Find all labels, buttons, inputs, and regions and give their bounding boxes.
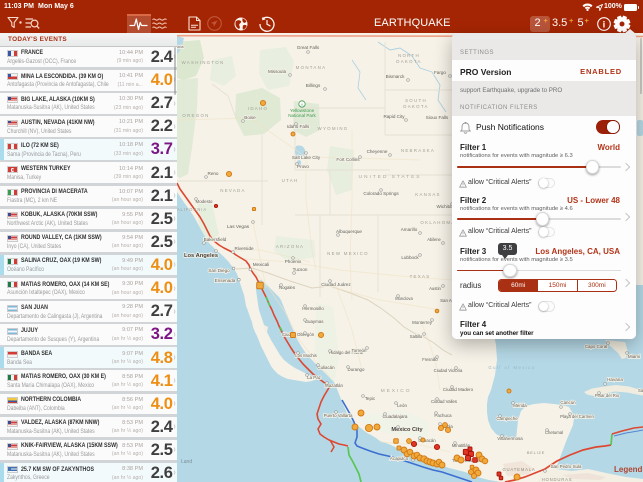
svg-text:Ciudad Madero: Ciudad Madero: [443, 387, 474, 392]
svg-text:Reno: Reno: [208, 171, 219, 176]
svg-text:oria: oria: [177, 44, 184, 49]
svg-text:Ciudad Victoria: Ciudad Victoria: [434, 368, 463, 373]
svg-text:NEVADA: NEVADA: [220, 188, 245, 193]
svg-text:Fort Collins: Fort Collins: [336, 157, 360, 162]
svg-text:Tepic: Tepic: [365, 396, 376, 401]
svg-text:Abilene: Abilene: [427, 237, 441, 242]
svg-text:Miami: Miami: [628, 354, 640, 359]
svg-text:Billings: Billings: [306, 83, 321, 88]
svg-text:San Pedro Sula: San Pedro Sula: [551, 464, 582, 469]
svg-text:Puerto Vallarta: Puerto Vallarta: [324, 413, 353, 418]
svg-text:Amarillo: Amarillo: [401, 227, 418, 232]
svg-text:OKLAHOMA: OKLAHOMA: [420, 220, 455, 225]
svg-text:Salt Lake City: Salt Lake City: [292, 155, 321, 160]
svg-text:Mexico City: Mexico City: [391, 427, 423, 433]
svg-text:Riverside: Riverside: [234, 246, 254, 251]
svg-text:NEBRASKA: NEBRASKA: [401, 148, 435, 153]
svg-text:IDAHO: IDAHO: [248, 106, 268, 111]
svg-text:National Park: National Park: [288, 113, 316, 118]
svg-text:Saltillo: Saltillo: [410, 334, 423, 339]
svg-text:Legend: Legend: [614, 465, 643, 474]
svg-text:UTAH: UTAH: [282, 178, 299, 183]
svg-text:TEXAS: TEXAS: [410, 274, 431, 279]
svg-text:Sioux Falls: Sioux Falls: [426, 115, 449, 120]
svg-text:Bakersfield: Bakersfield: [204, 237, 227, 242]
svg-text:Phoenix: Phoenix: [285, 259, 302, 264]
svg-text:i: i: [603, 19, 606, 30]
svg-text:WASHINGTON: WASHINGTON: [182, 60, 225, 65]
svg-text:Los Angeles: Los Angeles: [184, 253, 218, 259]
svg-text:GUATEMALA: GUATEMALA: [502, 467, 535, 472]
svg-text:Wichita: Wichita: [436, 204, 451, 209]
svg-text:CALIFORNIA: CALIFORNIA: [177, 207, 207, 212]
svg-text:DAKOTA: DAKOTA: [396, 59, 421, 64]
svg-text:Modesto: Modesto: [196, 199, 213, 204]
svg-text:Monterrey: Monterrey: [412, 320, 433, 325]
svg-text:Land: Land: [181, 459, 192, 465]
svg-text:Ciudad Valles: Ciudad Valles: [431, 399, 457, 404]
svg-text:León: León: [397, 403, 407, 408]
svg-text:DAKOTA: DAKOTA: [403, 104, 428, 109]
svg-text:La Paz: La Paz: [307, 375, 321, 380]
svg-text:Capo Coral: Capo Coral: [585, 344, 607, 349]
svg-text:OREGON: OREGON: [182, 113, 209, 118]
svg-text:WYOMING: WYOMING: [318, 126, 349, 131]
svg-text:Playa del Carmen: Playa del Carmen: [560, 414, 594, 419]
svg-text:Guaymas: Guaymas: [305, 319, 325, 324]
svg-text:Colorado Springs: Colorado Springs: [363, 191, 399, 196]
svg-text:Ciudad Juárez: Ciudad Juárez: [321, 282, 351, 287]
svg-text:Tucson: Tucson: [293, 267, 308, 272]
svg-text:MONTANA: MONTANA: [296, 65, 327, 70]
svg-text:Cheyenne: Cheyenne: [367, 149, 388, 154]
svg-text:Culiacán: Culiacán: [317, 365, 335, 370]
svg-text:KANSAS: KANSAS: [415, 192, 441, 197]
svg-text:Bismarck: Bismarck: [386, 74, 406, 79]
svg-text:Missoula: Missoula: [268, 69, 287, 74]
svg-text:Las Vegas: Las Vegas: [227, 224, 250, 230]
svg-text:Mexicali: Mexicali: [253, 262, 270, 267]
svg-text:Mérida: Mérida: [513, 403, 527, 408]
svg-text:Boise: Boise: [244, 115, 256, 120]
svg-text:Havana: Havana: [607, 377, 623, 382]
svg-text:Austin: Austin: [429, 286, 441, 291]
svg-text:ARIZONA: ARIZONA: [276, 244, 305, 249]
svg-text:Idaho Falls: Idaho Falls: [287, 124, 310, 129]
svg-text:Great Falls: Great Falls: [297, 45, 320, 50]
svg-text:Ciudad Obregón: Ciudad Obregón: [282, 332, 315, 337]
svg-text:Sant: Sant: [638, 388, 643, 393]
svg-text:Cancún: Cancún: [560, 400, 576, 405]
svg-text:MEXICO: MEXICO: [381, 388, 412, 394]
svg-text:BELIZE: BELIZE: [527, 450, 545, 455]
svg-text:UNITED STATES: UNITED STATES: [359, 174, 422, 180]
svg-text:San Diego: San Diego: [208, 268, 230, 273]
svg-text:Rapid City: Rapid City: [383, 114, 405, 119]
svg-text:Ensenada: Ensenada: [215, 278, 236, 283]
svg-text:Fargo: Fargo: [434, 70, 446, 75]
svg-text:HONDURAS: HONDURAS: [542, 477, 573, 482]
svg-text:Gulf of Mexico: Gulf of Mexico: [488, 365, 535, 370]
svg-text:Durango: Durango: [348, 367, 365, 372]
svg-text:Torreón: Torreón: [352, 348, 367, 353]
svg-text:SOUTH: SOUTH: [405, 98, 427, 103]
svg-text:NEW MEXICO: NEW MEXICO: [327, 251, 369, 256]
svg-text:Provo: Provo: [297, 164, 309, 169]
svg-text:Lubbock: Lubbock: [401, 255, 419, 260]
svg-text:Albuquerque: Albuquerque: [336, 229, 362, 234]
svg-text:NORTH: NORTH: [398, 53, 420, 58]
